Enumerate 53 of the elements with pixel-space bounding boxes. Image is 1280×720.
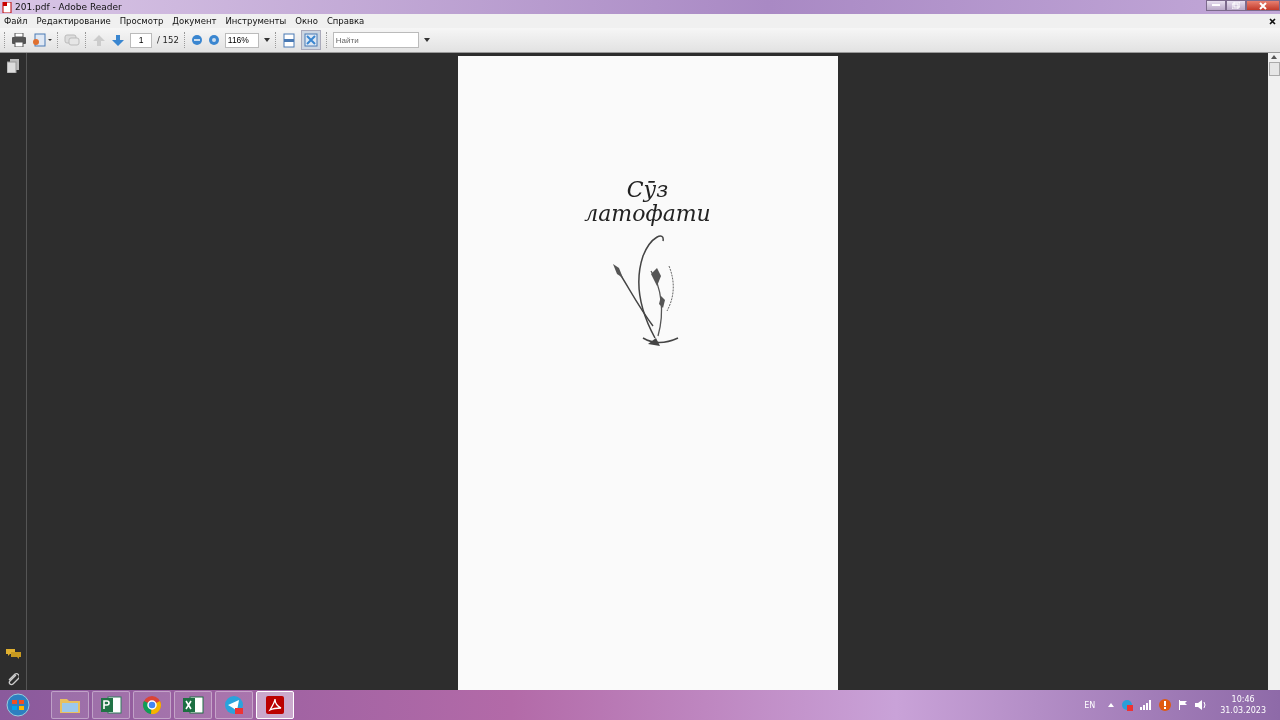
taskbar-app-button[interactable] xyxy=(174,691,212,719)
clock-time[interactable]: 10:46 xyxy=(1231,694,1255,705)
fit-page-icon[interactable] xyxy=(281,32,296,48)
menu-item[interactable]: Файл xyxy=(4,16,28,26)
menu-item[interactable]: Справка xyxy=(326,16,365,26)
menu-item[interactable]: Редактирование xyxy=(36,16,111,26)
window-title: 201.pdf - Adobe Reader xyxy=(15,2,122,12)
caret-icon[interactable] xyxy=(263,38,270,42)
taskbar-app-button[interactable] xyxy=(256,691,294,719)
spreadsheet-icon xyxy=(182,695,204,715)
menu-item[interactable]: Инструменты xyxy=(225,16,287,26)
scrollbar-thumb[interactable] xyxy=(1268,62,1280,76)
search-field[interactable]: Найти xyxy=(332,32,419,48)
print-icon[interactable] xyxy=(11,33,27,47)
menu-item[interactable]: Окно xyxy=(295,16,318,26)
down-arrow-icon[interactable] xyxy=(111,33,125,47)
taskbar-app-button[interactable] xyxy=(92,691,130,719)
browser-icon xyxy=(142,695,162,715)
close-button[interactable] xyxy=(1246,0,1280,11)
pages-icon[interactable] xyxy=(7,59,19,73)
zoom-in-icon[interactable] xyxy=(207,34,220,46)
minimize-icon xyxy=(1212,4,1220,7)
signal-icon[interactable] xyxy=(1140,700,1153,710)
full-screen-icon[interactable] xyxy=(300,30,321,50)
export-icon[interactable] xyxy=(32,33,52,47)
paper-plane-icon xyxy=(224,695,244,715)
restore-button[interactable] xyxy=(1226,0,1246,11)
folder-icon xyxy=(59,696,81,714)
menu-item[interactable]: Документ xyxy=(172,16,217,26)
pdf-icon xyxy=(265,695,285,715)
pdf-file-icon xyxy=(2,1,12,13)
speaker-icon[interactable] xyxy=(1195,700,1208,710)
caret-icon[interactable] xyxy=(423,38,430,42)
comments-icon[interactable] xyxy=(5,648,21,660)
page-total: / 152 xyxy=(157,35,179,45)
zoom-out-icon[interactable] xyxy=(190,34,203,46)
page-number-field[interactable]: 1 xyxy=(130,32,152,48)
menu-item[interactable]: Просмотр xyxy=(119,16,164,26)
taskbar-app-button[interactable] xyxy=(133,691,171,719)
close-icon xyxy=(1259,1,1267,10)
close-document-icon[interactable] xyxy=(1269,17,1276,25)
taskbar-app-button[interactable] xyxy=(215,691,253,719)
warning-icon[interactable] xyxy=(1159,699,1172,711)
scroll-up-icon[interactable] xyxy=(1271,55,1277,59)
restore-icon xyxy=(1232,2,1240,9)
book-title-line: латофати xyxy=(584,202,711,226)
project-icon xyxy=(100,695,122,715)
minimize-button[interactable] xyxy=(1206,0,1226,11)
flag-icon[interactable] xyxy=(1178,700,1189,710)
paperclip-icon[interactable] xyxy=(7,672,19,686)
book-title-line: Сӯз xyxy=(626,178,669,202)
clock-date[interactable]: 31.03.2023 xyxy=(1220,705,1266,716)
zoom-field[interactable]: 116% xyxy=(224,32,259,48)
